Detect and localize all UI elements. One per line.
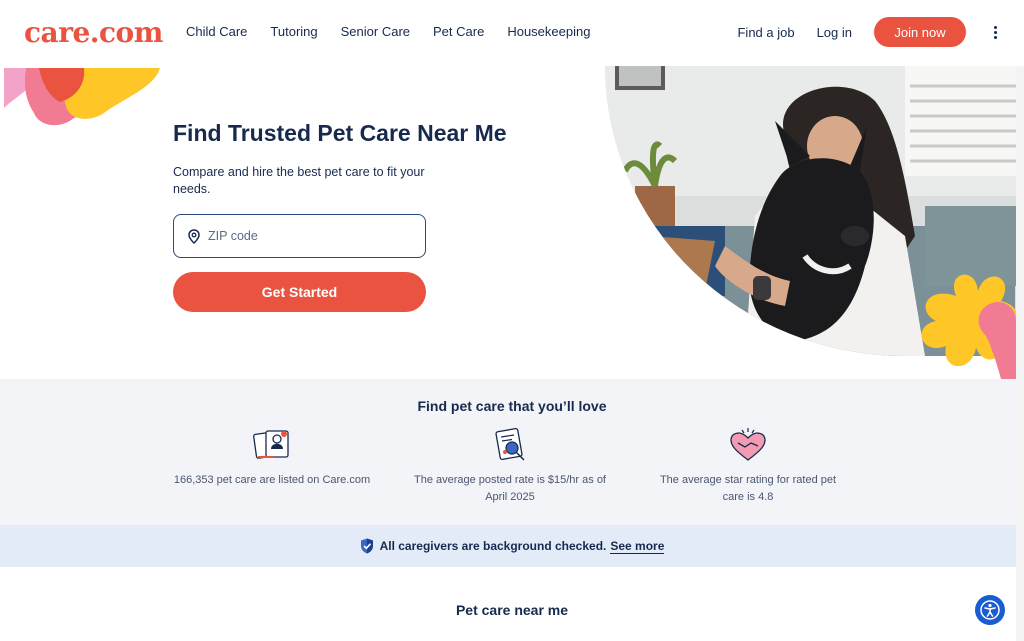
top-header: care.com Child Care Tutoring Senior Care…	[0, 0, 1024, 66]
stats-title: Find pet care that you’ll love	[417, 398, 607, 414]
hero-subtitle: Compare and hire the best pet care to fi…	[173, 165, 425, 196]
accessibility-icon	[980, 600, 1000, 620]
flower-decoration-right-icon	[921, 274, 1016, 379]
main-nav: Child Care Tutoring Senior Care Pet Care…	[186, 24, 613, 39]
find-job-link[interactable]: Find a job	[737, 25, 794, 40]
flower-decoration-icon	[4, 68, 160, 126]
nav-housekeeping[interactable]: Housekeeping	[507, 24, 590, 39]
shield-check-icon	[360, 538, 373, 554]
login-link[interactable]: Log in	[817, 25, 852, 40]
get-started-button[interactable]: Get Started	[173, 272, 426, 312]
stats-section: Find pet care that you’ll love 166,353 p…	[0, 379, 1024, 525]
stat-item: 166,353 pet care are listed on Care.com	[172, 427, 372, 489]
join-now-button[interactable]: Join now	[874, 17, 966, 47]
stat-text: The average star rating for rated pet ca…	[659, 474, 837, 503]
account-nav: Find a job Log in Join now	[737, 17, 1000, 47]
heart-handshake-icon	[730, 428, 766, 461]
nav-tutoring[interactable]: Tutoring	[270, 24, 317, 39]
banner-text: All caregivers are background checked.	[379, 539, 607, 553]
stat-text: 166,353 pet care are listed on Care.com	[173, 474, 371, 486]
zip-input[interactable]	[208, 229, 408, 243]
rate-document-icon	[495, 427, 525, 461]
see-more-link[interactable]: See more	[610, 539, 665, 554]
stat-item: The average posted rate is $15/hr as of …	[410, 427, 610, 506]
location-pin-icon	[188, 228, 200, 244]
nav-child-care[interactable]: Child Care	[186, 24, 247, 39]
background-check-banner: All caregivers are background checked. S…	[0, 525, 1024, 567]
hero-photo	[605, 66, 1016, 379]
accessibility-button[interactable]	[975, 595, 1005, 625]
stat-item: The average star rating for rated pet ca…	[648, 427, 848, 506]
hero-section: Find Trusted Pet Care Near Me Compare an…	[0, 66, 1024, 379]
stat-text: The average posted rate is $15/hr as of …	[413, 474, 606, 503]
zip-field[interactable]	[173, 214, 426, 258]
more-menu-icon[interactable]	[990, 25, 1000, 39]
nav-pet-care[interactable]: Pet Care	[433, 24, 484, 39]
page-scrollbar[interactable]	[1016, 66, 1024, 641]
care-logo[interactable]: care.com	[24, 16, 163, 49]
pet-care-near-me-heading: Pet care near me	[455, 602, 569, 618]
nav-senior-care[interactable]: Senior Care	[341, 24, 410, 39]
page-title: Find Trusted Pet Care Near Me	[173, 120, 507, 146]
profile-cards-icon	[253, 430, 289, 459]
